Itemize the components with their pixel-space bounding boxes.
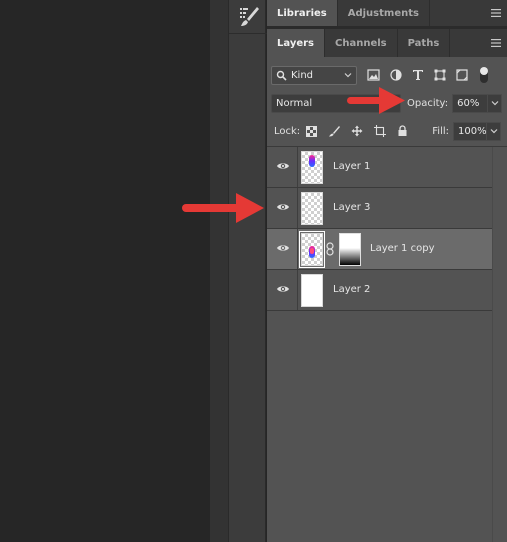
layer-row[interactable]: Layer 2	[267, 270, 492, 311]
layer-row-selected[interactable]: Layer 1 copy	[267, 229, 492, 270]
thumbnail-artwork	[309, 155, 315, 167]
tab-channels[interactable]: Channels	[325, 29, 398, 57]
panel-menu-button[interactable]	[485, 0, 507, 26]
top-panel-tabbar: Libraries Adjustments	[267, 0, 507, 26]
opacity-dropdown-button[interactable]	[488, 93, 503, 113]
lock-position-icon[interactable]	[351, 125, 363, 137]
eye-icon[interactable]	[276, 243, 290, 253]
blend-mode-value: Normal	[276, 97, 313, 109]
layer-thumbnail	[301, 192, 323, 225]
eye-icon[interactable]	[276, 202, 290, 212]
lock-image-icon[interactable]	[328, 125, 341, 137]
visibility-column-divider	[297, 147, 298, 187]
panel-collapse-strip	[210, 0, 228, 542]
layers-scrollbar[interactable]	[492, 147, 507, 542]
eye-icon[interactable]	[276, 284, 290, 294]
annotation-arrow-right-icon	[182, 193, 264, 223]
type-filter-icon[interactable]	[412, 69, 424, 81]
chevron-down-icon	[344, 72, 352, 77]
hamburger-menu-icon	[491, 9, 501, 17]
chevron-down-icon	[491, 101, 499, 106]
layer-thumbnail[interactable]	[299, 231, 325, 268]
layer-filter-row: Kind	[267, 63, 507, 87]
fill-label: Fill:	[432, 125, 449, 137]
eye-icon[interactable]	[276, 161, 290, 171]
fill-dropdown-button[interactable]	[487, 121, 501, 141]
layer-thumbnail	[301, 151, 323, 184]
lock-transparent-icon[interactable]	[306, 125, 318, 137]
layer-name: Layer 2	[333, 284, 371, 295]
image-filter-icon[interactable]	[367, 69, 380, 81]
tab-paths[interactable]: Paths	[398, 29, 451, 57]
lock-row: Lock: Fill: 100%	[267, 119, 507, 143]
lock-label: Lock:	[274, 125, 301, 137]
layer-mask-thumbnail[interactable]	[339, 233, 361, 266]
hamburger-menu-icon	[491, 39, 501, 47]
opacity-input[interactable]: 60%	[452, 93, 489, 113]
panels-container: Libraries Adjustments Layers Channels Pa…	[267, 0, 507, 542]
layer-row[interactable]: Layer 3	[267, 188, 492, 229]
brush-settings-button[interactable]	[233, 2, 263, 30]
panel-dock-column	[228, 0, 267, 542]
layers-list: Layer 1 Layer 3 Layer 1 copy Layer 2	[267, 147, 492, 311]
layer-row[interactable]: Layer 1	[267, 147, 492, 188]
visibility-column-divider	[297, 270, 298, 310]
search-icon	[276, 70, 287, 81]
filter-kind-select[interactable]: Kind	[271, 65, 357, 85]
layer-name: Layer 1	[333, 161, 371, 172]
chevron-down-icon	[490, 129, 497, 134]
layer-name: Layer 1 copy	[370, 243, 435, 254]
layer-name: Layer 3	[333, 202, 371, 213]
filter-kind-label: Kind	[291, 69, 314, 81]
tab-adjustments[interactable]: Adjustments	[338, 0, 430, 26]
dock-divider	[229, 33, 267, 34]
thumbnail-artwork-detail	[310, 248, 314, 254]
document-canvas-area[interactable]	[0, 0, 210, 542]
filter-toggle[interactable]	[480, 67, 488, 83]
link-icon[interactable]	[325, 242, 335, 256]
brush-settings-icon	[240, 7, 259, 26]
layers-panel-tabbar: Layers Channels Paths	[267, 29, 507, 57]
tab-libraries[interactable]: Libraries	[267, 0, 338, 26]
opacity-label: Opacity:	[407, 97, 449, 109]
layer-thumbnail	[301, 274, 323, 307]
shape-filter-icon[interactable]	[434, 69, 446, 81]
annotation-arrow-right-icon	[347, 87, 405, 114]
visibility-column-divider	[297, 188, 298, 228]
smart-object-filter-icon[interactable]	[456, 69, 468, 81]
layers-panel-menu-button[interactable]	[485, 29, 507, 57]
lock-all-icon[interactable]	[397, 125, 408, 137]
adjustment-filter-icon[interactable]	[390, 69, 402, 81]
tab-layers[interactable]: Layers	[267, 29, 325, 57]
lock-artboard-icon[interactable]	[374, 125, 387, 137]
visibility-column-divider	[297, 229, 298, 269]
fill-input[interactable]: 100%	[453, 121, 487, 141]
